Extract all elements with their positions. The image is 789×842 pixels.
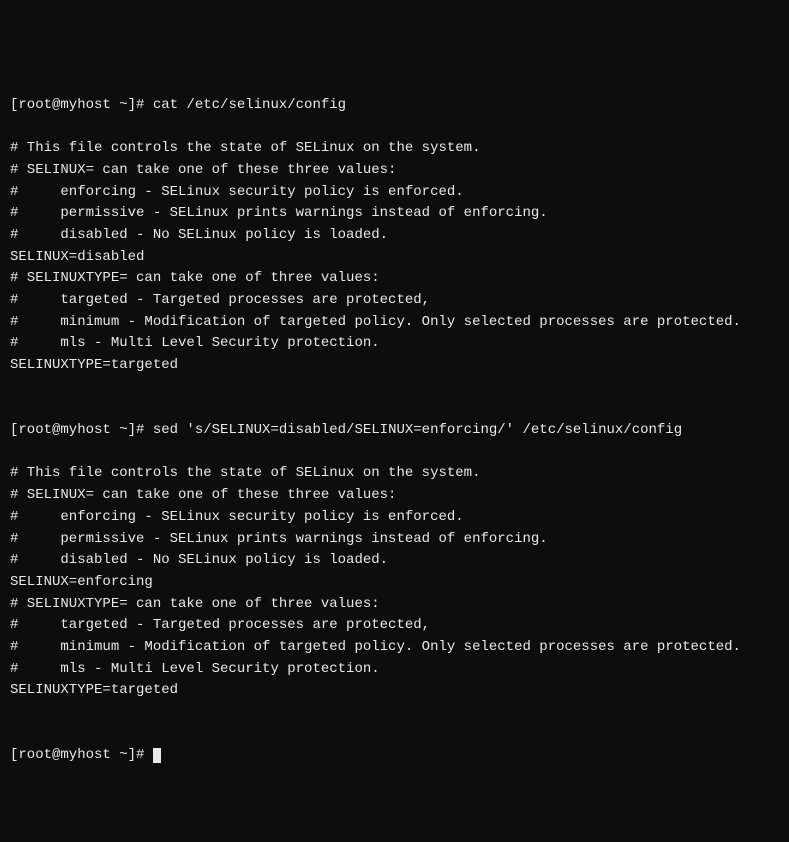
terminal-line: [root@myhost ~]# <box>10 745 779 767</box>
shell-prompt: [root@myhost ~]# <box>10 97 153 113</box>
terminal-output-line: SELINUX=disabled <box>10 247 779 269</box>
terminal-content[interactable]: [root@myhost ~]# cat /etc/selinux/config… <box>10 95 779 767</box>
terminal-output-line: # disabled - No SELinux policy is loaded… <box>10 225 779 247</box>
terminal-output-line: # disabled - No SELinux policy is loaded… <box>10 550 779 572</box>
terminal-line: [root@myhost ~]# cat /etc/selinux/config <box>10 95 779 117</box>
terminal-line: [root@myhost ~]# sed 's/SELINUX=disabled… <box>10 420 779 442</box>
terminal-output-line: # This file controls the state of SELinu… <box>10 463 779 485</box>
shell-command: sed 's/SELINUX=disabled/SELINUX=enforcin… <box>153 422 682 438</box>
terminal-output-line <box>10 377 779 399</box>
terminal-output-line: # minimum - Modification of targeted pol… <box>10 637 779 659</box>
terminal-window[interactable]: [root@myhost ~]# cat /etc/selinux/config… <box>10 95 779 734</box>
terminal-output-line: # minimum - Modification of targeted pol… <box>10 312 779 334</box>
terminal-output-line: # SELINUXTYPE= can take one of three val… <box>10 268 779 290</box>
terminal-output-line: # mls - Multi Level Security protection. <box>10 333 779 355</box>
terminal-output-line: # permissive - SELinux prints warnings i… <box>10 203 779 225</box>
shell-command: cat /etc/selinux/config <box>153 97 346 113</box>
cursor <box>153 748 161 763</box>
terminal-output-line: SELINUXTYPE=targeted <box>10 355 779 377</box>
shell-prompt: [root@myhost ~]# <box>10 747 153 763</box>
terminal-output-line: # enforcing - SELinux security policy is… <box>10 507 779 529</box>
terminal-output-line <box>10 398 779 420</box>
terminal-output-line <box>10 116 779 138</box>
terminal-output-line: SELINUX=enforcing <box>10 572 779 594</box>
terminal-output-line: # SELINUXTYPE= can take one of three val… <box>10 594 779 616</box>
terminal-output-line <box>10 724 779 746</box>
terminal-output-line: # SELINUX= can take one of these three v… <box>10 485 779 507</box>
terminal-output-line: # targeted - Targeted processes are prot… <box>10 615 779 637</box>
terminal-output-line: # permissive - SELinux prints warnings i… <box>10 529 779 551</box>
terminal-output-line <box>10 702 779 724</box>
terminal-output-line: # enforcing - SELinux security policy is… <box>10 182 779 204</box>
terminal-output-line: SELINUXTYPE=targeted <box>10 680 779 702</box>
terminal-output-line: # mls - Multi Level Security protection. <box>10 659 779 681</box>
terminal-output-line: # This file controls the state of SELinu… <box>10 138 779 160</box>
terminal-output-line: # SELINUX= can take one of these three v… <box>10 160 779 182</box>
terminal-output-line: # targeted - Targeted processes are prot… <box>10 290 779 312</box>
terminal-output-line <box>10 442 779 464</box>
shell-prompt: [root@myhost ~]# <box>10 422 153 438</box>
